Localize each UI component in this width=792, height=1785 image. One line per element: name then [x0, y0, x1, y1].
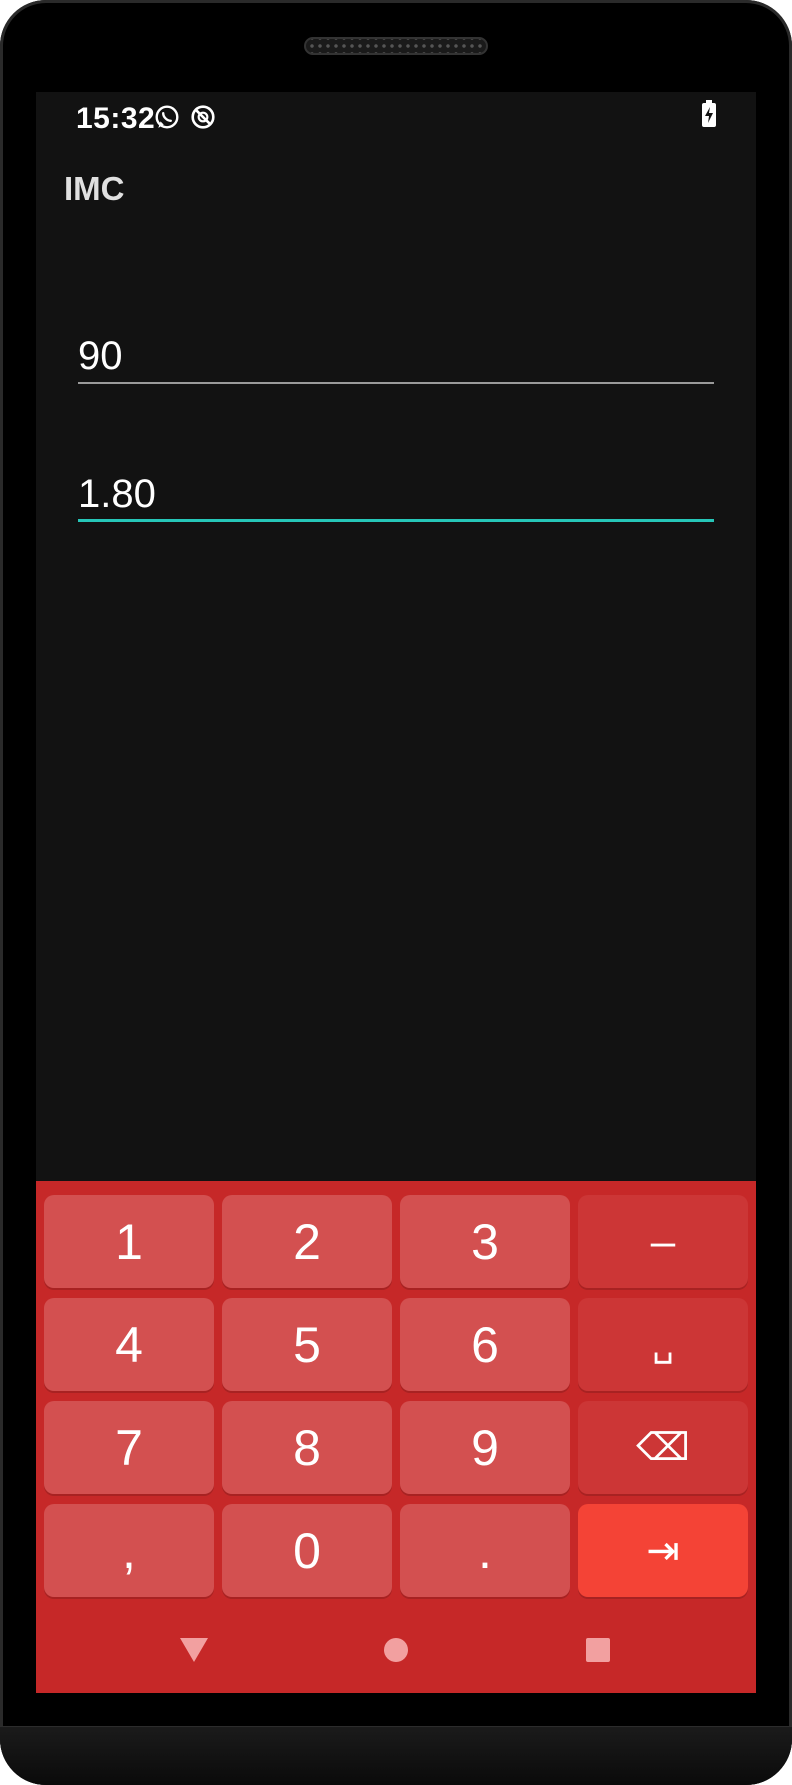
- key-9[interactable]: 9: [400, 1401, 570, 1494]
- height-input[interactable]: [78, 470, 714, 518]
- key-dot[interactable]: .: [400, 1504, 570, 1597]
- navigation-bar: [36, 1604, 756, 1693]
- speaker-grille: [304, 37, 488, 55]
- back-button[interactable]: [164, 1628, 224, 1672]
- key-3[interactable]: 3: [400, 1195, 570, 1288]
- home-circle-icon: [384, 1638, 408, 1662]
- height-underline: [78, 519, 714, 522]
- key-comma[interactable]: ,: [44, 1504, 214, 1597]
- phone-chin: [0, 1726, 792, 1785]
- key-0[interactable]: 0: [222, 1504, 392, 1597]
- weight-underline: [78, 382, 714, 384]
- phone-frame: 15:32 IMC 90 1.80 1 2 3 – 4 5 6 ␣ 7 8 9 …: [0, 0, 792, 1785]
- status-time: 15:32: [76, 102, 156, 135]
- key-minus[interactable]: –: [578, 1195, 748, 1288]
- back-triangle-icon: [180, 1638, 208, 1662]
- weight-field[interactable]: [78, 332, 714, 384]
- weight-input[interactable]: [78, 332, 714, 380]
- recents-square-icon: [586, 1638, 610, 1662]
- key-7[interactable]: 7: [44, 1401, 214, 1494]
- height-field[interactable]: [78, 470, 714, 522]
- no-disturb-icon: [191, 105, 215, 129]
- key-5[interactable]: 5: [222, 1298, 392, 1391]
- key-next[interactable]: ⇥: [578, 1504, 748, 1597]
- recents-button[interactable]: [568, 1628, 628, 1672]
- status-bar: 15:32: [36, 92, 756, 142]
- app-title: IMC: [64, 170, 125, 207]
- screen: 15:32 IMC 90 1.80 1 2 3 – 4 5 6 ␣ 7 8 9 …: [36, 92, 756, 1693]
- home-button[interactable]: [366, 1628, 426, 1672]
- key-space[interactable]: ␣: [578, 1298, 748, 1391]
- whatsapp-icon: [155, 105, 179, 129]
- key-backspace[interactable]: ⌫: [578, 1401, 748, 1494]
- battery-charging-icon: [702, 100, 716, 127]
- key-4[interactable]: 4: [44, 1298, 214, 1391]
- key-2[interactable]: 2: [222, 1195, 392, 1288]
- key-8[interactable]: 8: [222, 1401, 392, 1494]
- key-6[interactable]: 6: [400, 1298, 570, 1391]
- key-1[interactable]: 1: [44, 1195, 214, 1288]
